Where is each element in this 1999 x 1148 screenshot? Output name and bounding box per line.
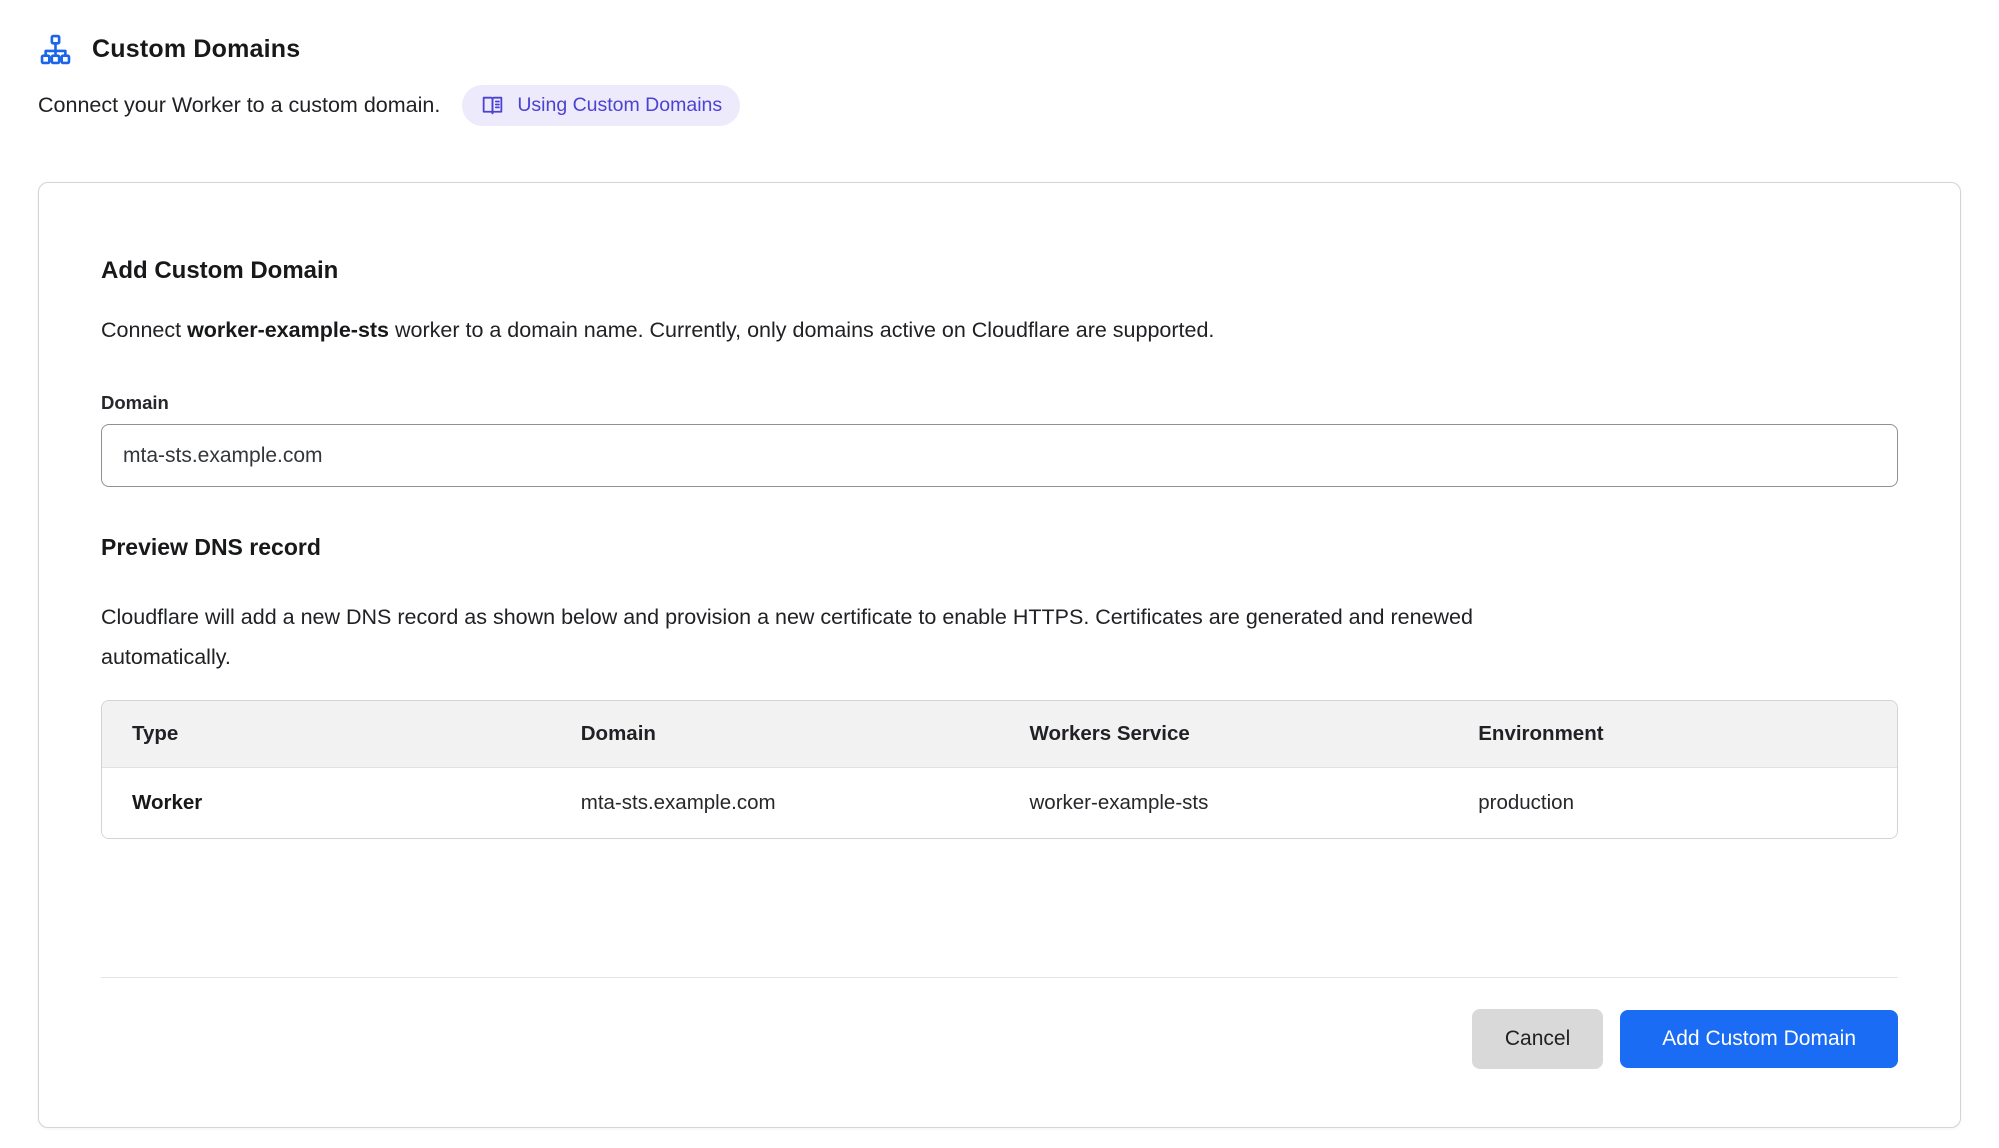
preview-dns-description: Cloudflare will add a new DNS record as …	[101, 597, 1576, 677]
cell-type: Worker	[102, 768, 551, 838]
card-heading: Add Custom Domain	[101, 257, 1898, 285]
open-book-icon	[480, 93, 505, 118]
column-header-environment: Environment	[1448, 701, 1897, 768]
page-header: Custom Domains Connect your Worker to a …	[38, 30, 1961, 126]
preview-dns-heading: Preview DNS record	[101, 534, 1898, 561]
domain-label: Domain	[101, 392, 1898, 414]
page-title: Custom Domains	[92, 35, 300, 64]
sitemap-icon	[38, 32, 73, 67]
cell-environment: production	[1448, 768, 1897, 838]
table-header-row: Type Domain Workers Service Environment	[102, 701, 1897, 768]
column-header-type: Type	[102, 701, 551, 768]
page-subtitle: Connect your Worker to a custom domain.	[38, 93, 440, 118]
column-header-domain: Domain	[551, 701, 1000, 768]
column-header-workers-service: Workers Service	[1000, 701, 1449, 768]
actions-row: Cancel Add Custom Domain	[101, 1009, 1898, 1069]
docs-badge-label: Using Custom Domains	[517, 94, 722, 117]
cancel-button[interactable]: Cancel	[1472, 1009, 1603, 1069]
dns-preview-table: Type Domain Workers Service Environment …	[101, 700, 1898, 839]
card-description: Connect worker-example-sts worker to a d…	[101, 318, 1898, 343]
table-row: Worker mta-sts.example.com worker-exampl…	[102, 768, 1897, 838]
worker-name: worker-example-sts	[187, 318, 389, 342]
add-custom-domain-card: Add Custom Domain Connect worker-example…	[38, 182, 1961, 1128]
description-prefix: Connect	[101, 318, 187, 342]
footer-divider	[101, 977, 1898, 978]
docs-link-badge[interactable]: Using Custom Domains	[462, 85, 740, 126]
spacer	[101, 839, 1898, 977]
description-suffix: worker to a domain name. Currently, only…	[389, 318, 1214, 342]
cell-workers-service: worker-example-sts	[1000, 768, 1449, 838]
add-custom-domain-button[interactable]: Add Custom Domain	[1620, 1010, 1898, 1068]
cell-domain: mta-sts.example.com	[551, 768, 1000, 838]
domain-input[interactable]	[101, 424, 1898, 487]
